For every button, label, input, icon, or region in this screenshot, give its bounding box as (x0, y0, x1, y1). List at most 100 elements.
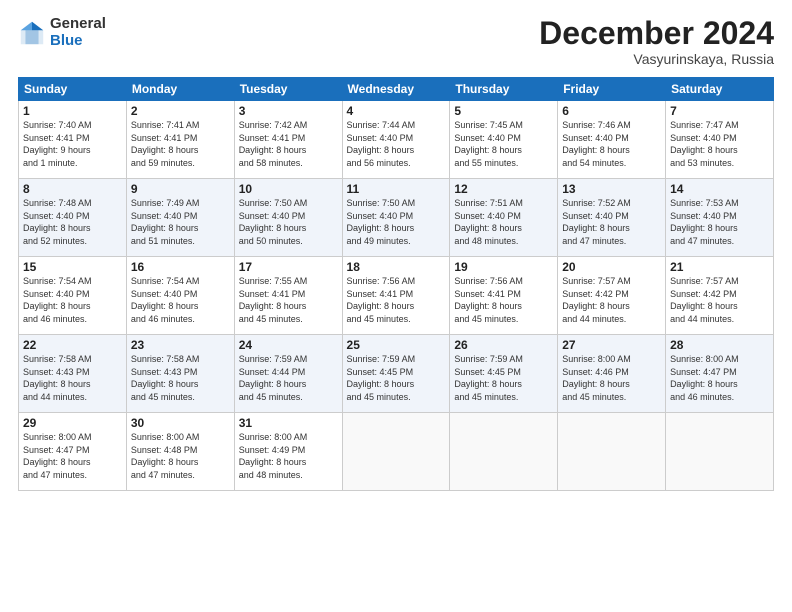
logo-icon (18, 19, 46, 47)
week-row-4: 29Sunrise: 8:00 AM Sunset: 4:47 PM Dayli… (19, 413, 774, 491)
day-number: 26 (454, 338, 553, 352)
day-info: Sunrise: 7:58 AM Sunset: 4:43 PM Dayligh… (131, 353, 230, 403)
day-number: 16 (131, 260, 230, 274)
calendar-cell: 4Sunrise: 7:44 AM Sunset: 4:40 PM Daylig… (342, 101, 450, 179)
calendar-cell: 16Sunrise: 7:54 AM Sunset: 4:40 PM Dayli… (126, 257, 234, 335)
day-info: Sunrise: 7:44 AM Sunset: 4:40 PM Dayligh… (347, 119, 446, 169)
logo-text: General Blue (50, 16, 106, 49)
day-info: Sunrise: 7:48 AM Sunset: 4:40 PM Dayligh… (23, 197, 122, 247)
calendar-cell (558, 413, 666, 491)
day-info: Sunrise: 7:56 AM Sunset: 4:41 PM Dayligh… (454, 275, 553, 325)
day-info: Sunrise: 8:00 AM Sunset: 4:49 PM Dayligh… (239, 431, 338, 481)
weekday-header-sunday: Sunday (19, 78, 127, 101)
weekday-header-tuesday: Tuesday (234, 78, 342, 101)
calendar-cell: 23Sunrise: 7:58 AM Sunset: 4:43 PM Dayli… (126, 335, 234, 413)
day-number: 23 (131, 338, 230, 352)
day-info: Sunrise: 7:50 AM Sunset: 4:40 PM Dayligh… (347, 197, 446, 247)
day-info: Sunrise: 7:46 AM Sunset: 4:40 PM Dayligh… (562, 119, 661, 169)
day-info: Sunrise: 7:50 AM Sunset: 4:40 PM Dayligh… (239, 197, 338, 247)
day-info: Sunrise: 7:59 AM Sunset: 4:45 PM Dayligh… (347, 353, 446, 403)
weekday-header-friday: Friday (558, 78, 666, 101)
calendar-cell: 15Sunrise: 7:54 AM Sunset: 4:40 PM Dayli… (19, 257, 127, 335)
day-number: 4 (347, 104, 446, 118)
day-info: Sunrise: 7:53 AM Sunset: 4:40 PM Dayligh… (670, 197, 769, 247)
day-number: 13 (562, 182, 661, 196)
weekday-header-thursday: Thursday (450, 78, 558, 101)
day-number: 20 (562, 260, 661, 274)
day-number: 18 (347, 260, 446, 274)
week-row-0: 1Sunrise: 7:40 AM Sunset: 4:41 PM Daylig… (19, 101, 774, 179)
day-info: Sunrise: 7:42 AM Sunset: 4:41 PM Dayligh… (239, 119, 338, 169)
day-info: Sunrise: 8:00 AM Sunset: 4:46 PM Dayligh… (562, 353, 661, 403)
day-info: Sunrise: 7:47 AM Sunset: 4:40 PM Dayligh… (670, 119, 769, 169)
day-info: Sunrise: 7:59 AM Sunset: 4:44 PM Dayligh… (239, 353, 338, 403)
day-number: 5 (454, 104, 553, 118)
month-title: December 2024 (539, 16, 774, 51)
calendar-cell: 17Sunrise: 7:55 AM Sunset: 4:41 PM Dayli… (234, 257, 342, 335)
day-number: 14 (670, 182, 769, 196)
calendar-cell: 29Sunrise: 8:00 AM Sunset: 4:47 PM Dayli… (19, 413, 127, 491)
day-number: 21 (670, 260, 769, 274)
day-info: Sunrise: 7:55 AM Sunset: 4:41 PM Dayligh… (239, 275, 338, 325)
day-info: Sunrise: 8:00 AM Sunset: 4:48 PM Dayligh… (131, 431, 230, 481)
day-number: 29 (23, 416, 122, 430)
day-number: 25 (347, 338, 446, 352)
calendar-cell: 2Sunrise: 7:41 AM Sunset: 4:41 PM Daylig… (126, 101, 234, 179)
day-info: Sunrise: 8:00 AM Sunset: 4:47 PM Dayligh… (23, 431, 122, 481)
calendar-cell: 5Sunrise: 7:45 AM Sunset: 4:40 PM Daylig… (450, 101, 558, 179)
day-number: 8 (23, 182, 122, 196)
day-number: 31 (239, 416, 338, 430)
day-info: Sunrise: 7:40 AM Sunset: 4:41 PM Dayligh… (23, 119, 122, 169)
calendar-cell: 1Sunrise: 7:40 AM Sunset: 4:41 PM Daylig… (19, 101, 127, 179)
day-number: 19 (454, 260, 553, 274)
day-info: Sunrise: 7:58 AM Sunset: 4:43 PM Dayligh… (23, 353, 122, 403)
day-number: 30 (131, 416, 230, 430)
calendar-cell: 24Sunrise: 7:59 AM Sunset: 4:44 PM Dayli… (234, 335, 342, 413)
day-info: Sunrise: 7:49 AM Sunset: 4:40 PM Dayligh… (131, 197, 230, 247)
day-info: Sunrise: 7:57 AM Sunset: 4:42 PM Dayligh… (562, 275, 661, 325)
calendar-cell: 25Sunrise: 7:59 AM Sunset: 4:45 PM Dayli… (342, 335, 450, 413)
week-row-1: 8Sunrise: 7:48 AM Sunset: 4:40 PM Daylig… (19, 179, 774, 257)
header: General Blue December 2024 Vasyurinskaya… (18, 16, 774, 67)
calendar-cell: 6Sunrise: 7:46 AM Sunset: 4:40 PM Daylig… (558, 101, 666, 179)
day-number: 27 (562, 338, 661, 352)
calendar-table: SundayMondayTuesdayWednesdayThursdayFrid… (18, 77, 774, 491)
weekday-header-row: SundayMondayTuesdayWednesdayThursdayFrid… (19, 78, 774, 101)
calendar-cell: 30Sunrise: 8:00 AM Sunset: 4:48 PM Dayli… (126, 413, 234, 491)
week-row-3: 22Sunrise: 7:58 AM Sunset: 4:43 PM Dayli… (19, 335, 774, 413)
calendar-cell (450, 413, 558, 491)
day-info: Sunrise: 7:41 AM Sunset: 4:41 PM Dayligh… (131, 119, 230, 169)
calendar-cell: 18Sunrise: 7:56 AM Sunset: 4:41 PM Dayli… (342, 257, 450, 335)
day-number: 28 (670, 338, 769, 352)
calendar-cell (342, 413, 450, 491)
calendar-cell: 9Sunrise: 7:49 AM Sunset: 4:40 PM Daylig… (126, 179, 234, 257)
day-number: 17 (239, 260, 338, 274)
calendar-cell (666, 413, 774, 491)
weekday-header-monday: Monday (126, 78, 234, 101)
day-info: Sunrise: 7:59 AM Sunset: 4:45 PM Dayligh… (454, 353, 553, 403)
day-info: Sunrise: 7:54 AM Sunset: 4:40 PM Dayligh… (23, 275, 122, 325)
day-number: 15 (23, 260, 122, 274)
day-number: 9 (131, 182, 230, 196)
calendar-cell: 14Sunrise: 7:53 AM Sunset: 4:40 PM Dayli… (666, 179, 774, 257)
calendar-cell: 27Sunrise: 8:00 AM Sunset: 4:46 PM Dayli… (558, 335, 666, 413)
day-number: 10 (239, 182, 338, 196)
location: Vasyurinskaya, Russia (539, 51, 774, 67)
calendar-cell: 13Sunrise: 7:52 AM Sunset: 4:40 PM Dayli… (558, 179, 666, 257)
day-info: Sunrise: 7:51 AM Sunset: 4:40 PM Dayligh… (454, 197, 553, 247)
weekday-header-saturday: Saturday (666, 78, 774, 101)
calendar-cell: 8Sunrise: 7:48 AM Sunset: 4:40 PM Daylig… (19, 179, 127, 257)
title-block: December 2024 Vasyurinskaya, Russia (539, 16, 774, 67)
day-info: Sunrise: 7:56 AM Sunset: 4:41 PM Dayligh… (347, 275, 446, 325)
logo-general: General (50, 16, 106, 33)
calendar-cell: 28Sunrise: 8:00 AM Sunset: 4:47 PM Dayli… (666, 335, 774, 413)
calendar-cell: 7Sunrise: 7:47 AM Sunset: 4:40 PM Daylig… (666, 101, 774, 179)
day-info: Sunrise: 8:00 AM Sunset: 4:47 PM Dayligh… (670, 353, 769, 403)
day-number: 24 (239, 338, 338, 352)
day-number: 22 (23, 338, 122, 352)
calendar-cell: 10Sunrise: 7:50 AM Sunset: 4:40 PM Dayli… (234, 179, 342, 257)
calendar-cell: 11Sunrise: 7:50 AM Sunset: 4:40 PM Dayli… (342, 179, 450, 257)
week-row-2: 15Sunrise: 7:54 AM Sunset: 4:40 PM Dayli… (19, 257, 774, 335)
day-number: 2 (131, 104, 230, 118)
calendar-cell: 26Sunrise: 7:59 AM Sunset: 4:45 PM Dayli… (450, 335, 558, 413)
